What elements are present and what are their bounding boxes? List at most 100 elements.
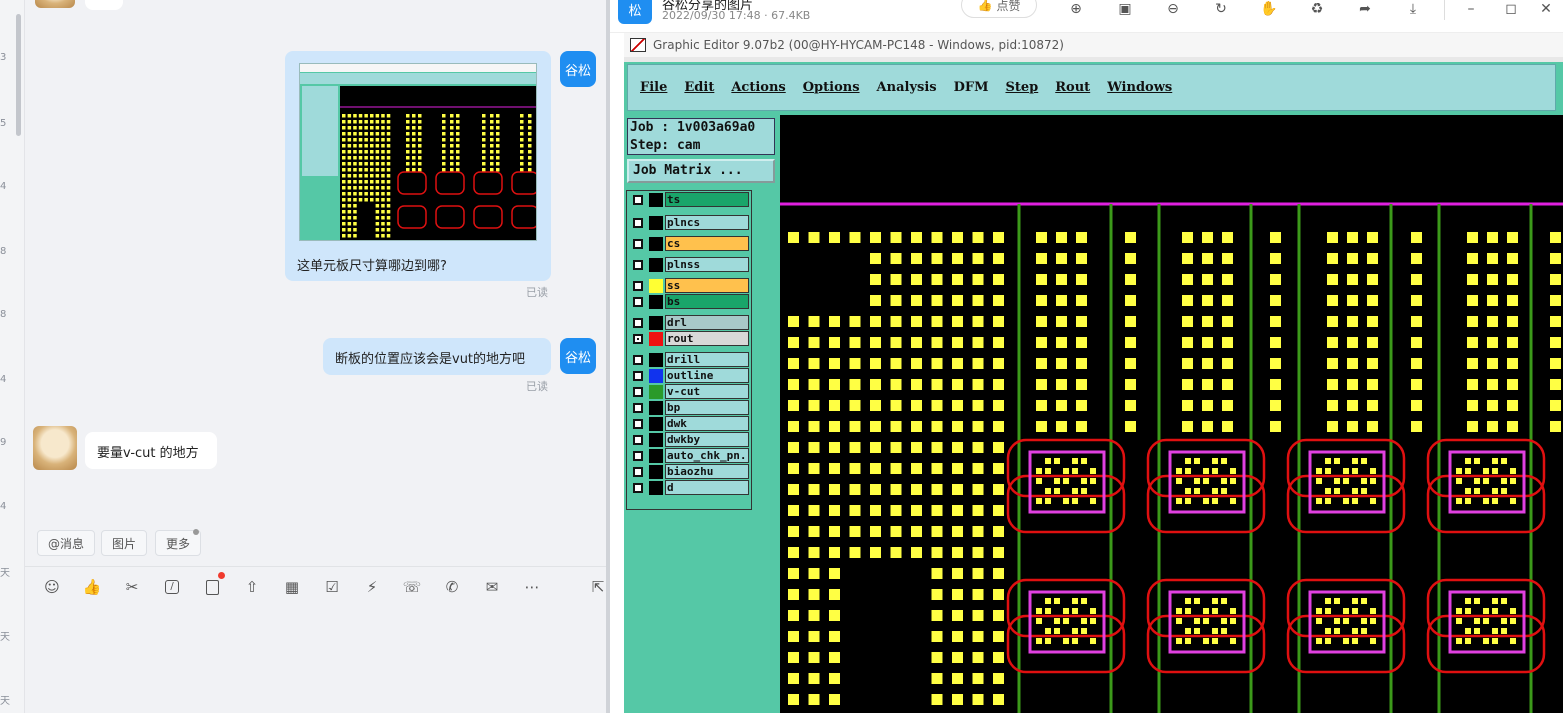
layer-name[interactable]: ts xyxy=(665,192,749,207)
emoji-icon[interactable]: ☺ xyxy=(42,577,62,597)
shared-image-thumbnail[interactable] xyxy=(299,63,537,241)
more-icon[interactable]: ⋯ xyxy=(522,577,542,597)
image-message-bubble[interactable]: 这单元板尺寸算哪边到哪? xyxy=(285,51,551,281)
menu-actions[interactable]: Actions xyxy=(731,80,785,95)
layer-checkbox[interactable] xyxy=(633,334,643,344)
text-message-bubble[interactable]: 要量v-cut 的地方 xyxy=(85,432,217,469)
upload-icon[interactable]: ⇧ xyxy=(242,577,262,597)
mail-icon[interactable]: ✉ xyxy=(482,577,502,597)
strip-scrollbar[interactable] xyxy=(16,14,21,136)
text-message-bubble[interactable]: 断板的位置应该会是vut的地方吧 xyxy=(323,338,551,375)
layer-checkbox[interactable] xyxy=(633,297,643,307)
menu-rout[interactable]: Rout xyxy=(1055,80,1090,95)
minimize-icon[interactable]: – xyxy=(1460,0,1482,20)
image-button[interactable]: 图片 xyxy=(101,530,148,556)
layer-name[interactable]: ss xyxy=(665,278,749,293)
layer-row-bp[interactable]: bp xyxy=(629,400,749,415)
avatar[interactable] xyxy=(35,0,75,8)
rotate-icon[interactable]: ↻ xyxy=(1210,0,1232,20)
zoom-in-icon[interactable]: ⊕ xyxy=(1065,0,1087,20)
layer-checkbox[interactable] xyxy=(633,403,643,413)
layer-name[interactable]: drl xyxy=(665,315,749,330)
close-icon[interactable]: ✕ xyxy=(1535,0,1557,20)
job-matrix-button[interactable]: Job Matrix ... xyxy=(627,159,775,183)
layer-row-dwk[interactable]: dwk xyxy=(629,416,749,431)
layer-name[interactable]: rout xyxy=(665,331,749,346)
layer-name[interactable]: bp xyxy=(665,400,749,415)
layer-checkbox[interactable] xyxy=(633,355,643,365)
fit-icon[interactable]: ▣ xyxy=(1114,0,1136,20)
layer-row-ss[interactable]: ss xyxy=(629,278,749,293)
layer-name[interactable]: dwk xyxy=(665,416,749,431)
layer-row-dwkby[interactable]: dwkby xyxy=(629,432,749,447)
download-icon[interactable]: ⤓ xyxy=(1402,0,1424,20)
menu-step[interactable]: Step xyxy=(1005,80,1038,95)
like-button[interactable]: 👍 点赞 xyxy=(961,0,1037,18)
lightning-icon[interactable]: ⚡ xyxy=(362,577,382,597)
layer-row-v-cut[interactable]: v-cut xyxy=(629,384,749,399)
layer-checkbox[interactable] xyxy=(633,260,643,270)
layer-checkbox[interactable] xyxy=(633,483,643,493)
layer-checkbox[interactable] xyxy=(633,435,643,445)
layer-row-rout[interactable]: rout xyxy=(629,331,749,346)
layer-checkbox[interactable] xyxy=(633,218,643,228)
forward-icon[interactable]: ➦ xyxy=(1354,0,1376,20)
layer-row-bs[interactable]: bs xyxy=(629,294,749,309)
phone-icon[interactable]: ✆ xyxy=(442,577,462,597)
layer-checkbox[interactable] xyxy=(633,281,643,291)
layer-checkbox[interactable] xyxy=(633,419,643,429)
avatar[interactable]: 谷松 xyxy=(560,51,596,87)
calendar-icon[interactable]: ▦ xyxy=(282,577,302,597)
hand-icon[interactable]: ✋ xyxy=(1258,0,1280,20)
scissors-icon[interactable]: ✂ xyxy=(122,577,142,597)
layer-row-ts[interactable]: ts xyxy=(629,192,749,207)
layer-checkbox[interactable] xyxy=(633,387,643,397)
layer-checkbox[interactable] xyxy=(633,371,643,381)
layer-name[interactable]: plncs xyxy=(665,215,749,230)
layer-row-drl[interactable]: drl xyxy=(629,315,749,330)
layer-name[interactable]: biaozhu xyxy=(665,464,749,479)
layer-row-plnss[interactable]: plnss xyxy=(629,257,749,272)
layer-row-cs[interactable]: cs xyxy=(629,236,749,251)
viewer-meta: 2022/09/30 17:48 · 67.4KB xyxy=(662,9,811,22)
layer-row-drill[interactable]: drill xyxy=(629,352,749,367)
maximize-icon[interactable]: ◻ xyxy=(1500,0,1522,20)
menu-analysis[interactable]: Analysis xyxy=(877,80,937,95)
note-add-icon[interactable] xyxy=(202,577,222,597)
menu-windows[interactable]: Windows xyxy=(1107,80,1172,95)
layer-checkbox[interactable] xyxy=(633,451,643,461)
zoom-out-icon[interactable]: ⊖ xyxy=(1162,0,1184,20)
layer-row-auto-chk-pn-[interactable]: auto_chk_pn. xyxy=(629,448,749,463)
layer-checkbox[interactable] xyxy=(633,318,643,328)
menu-dfm[interactable]: DFM xyxy=(954,80,989,95)
avatar[interactable] xyxy=(33,426,77,470)
layer-row-plncs[interactable]: plncs xyxy=(629,215,749,230)
layer-name[interactable]: bs xyxy=(665,294,749,309)
thumbs-up-icon[interactable]: 👍 xyxy=(82,577,102,597)
menu-options[interactable]: Options xyxy=(803,80,860,95)
layer-checkbox[interactable] xyxy=(633,467,643,477)
menu-edit[interactable]: Edit xyxy=(684,80,714,95)
layer-name[interactable]: d xyxy=(665,480,749,495)
layer-checkbox[interactable] xyxy=(633,239,643,249)
layer-name[interactable]: drill xyxy=(665,352,749,367)
avatar[interactable]: 谷松 xyxy=(560,338,596,374)
mention-button[interactable]: @消息 xyxy=(37,530,96,556)
layer-row-d[interactable]: d xyxy=(629,480,749,495)
share-icon[interactable]: ♻ xyxy=(1306,0,1328,20)
layer-checkbox[interactable] xyxy=(633,195,643,205)
pcb-canvas[interactable] xyxy=(780,115,1563,713)
checkbox-icon[interactable]: ☑ xyxy=(322,577,342,597)
layer-name[interactable]: cs xyxy=(665,236,749,251)
layer-name[interactable]: outline xyxy=(665,368,749,383)
slash-icon[interactable]: / xyxy=(162,577,182,597)
headset-icon[interactable]: ☏ xyxy=(402,577,422,597)
layer-name[interactable]: dwkby xyxy=(665,432,749,447)
layer-row-biaozhu[interactable]: biaozhu xyxy=(629,464,749,479)
layer-name[interactable]: auto_chk_pn. xyxy=(665,448,749,463)
layer-name[interactable]: plnss xyxy=(665,257,749,272)
layer-row-outline[interactable]: outline xyxy=(629,368,749,383)
expand-icon[interactable]: ⇱ xyxy=(588,577,608,597)
layer-name[interactable]: v-cut xyxy=(665,384,749,399)
menu-file[interactable]: File xyxy=(640,80,667,95)
